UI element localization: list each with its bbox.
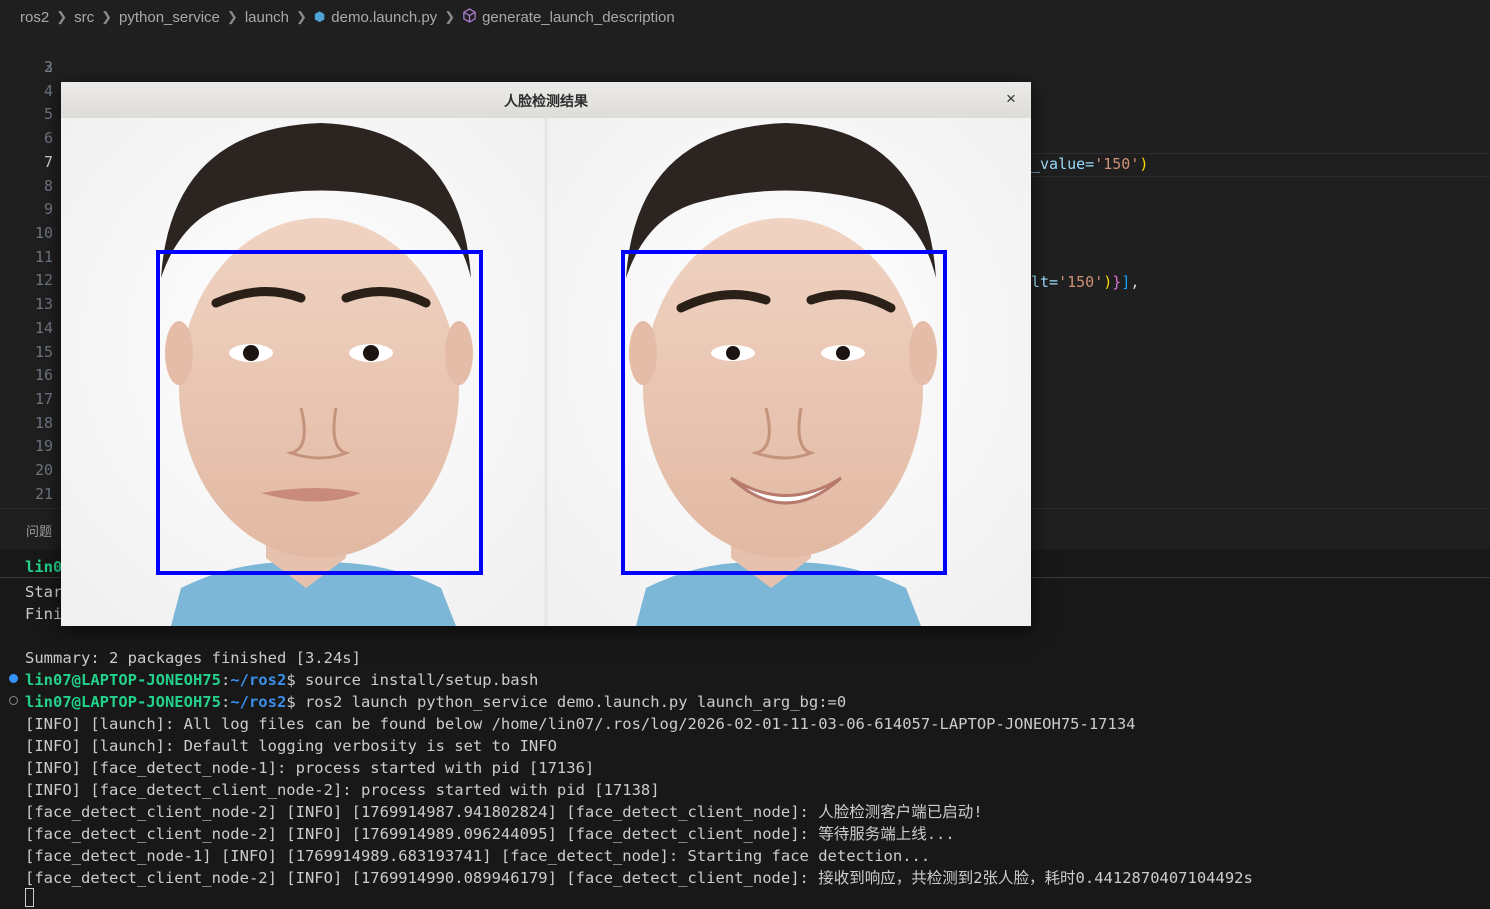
line-number: 7 [43, 153, 53, 171]
line-number: 9 [43, 200, 53, 218]
terminal-log-line: [face_detect_node-1] [INFO] [1769914989.… [25, 847, 931, 865]
line-number: 19 [34, 437, 53, 455]
code-line: 2 import launch_ros [0, 31, 240, 100]
window-title: 人脸检测结果 [504, 93, 588, 109]
command-running-dot-icon[interactable] [9, 696, 18, 705]
terminal-log-line: [INFO] [face_detect_client_node-2]: proc… [25, 781, 660, 799]
command-success-dot-icon[interactable] [9, 674, 18, 683]
terminal-command-line: lin07@LAPTOP-JONEOH75:~/ros2$ source ins… [25, 671, 539, 689]
line-number: 18 [34, 414, 53, 432]
chevron-right-icon: ❯ [444, 9, 456, 24]
breadcrumb: ros2 ❯ src ❯ python_service ❯ launch ❯ ⬢… [0, 0, 1490, 34]
line-number: 20 [34, 461, 53, 479]
terminal-partial-line: lin0 [25, 558, 63, 576]
chevron-right-icon: ❯ [56, 9, 68, 24]
python-file-icon: ⬢ [313, 9, 326, 24]
line-number: 4 [43, 82, 53, 100]
chevron-right-icon: ❯ [101, 9, 112, 24]
terminal-partial-line: Star [25, 583, 63, 601]
breadcrumb-file[interactable]: demo.launch.py [331, 9, 437, 26]
line-number: 3 [43, 58, 53, 76]
terminal-summary: Summary: 2 packages finished [3.24s] [25, 649, 361, 667]
breadcrumb-python-service[interactable]: python_service [119, 9, 220, 26]
breadcrumb-launch[interactable]: launch [245, 9, 289, 26]
line-number: 16 [34, 366, 53, 384]
line-number: 21 [34, 485, 53, 503]
line-number: 10 [34, 224, 53, 242]
terminal-log-line: [INFO] [face_detect_node-1]: process sta… [25, 759, 595, 777]
line-number: 17 [34, 390, 53, 408]
terminal-log-line: [face_detect_client_node-2] [INFO] [1769… [25, 803, 983, 821]
chevron-right-icon: ❯ [296, 9, 307, 24]
line-number: 11 [34, 248, 53, 266]
breadcrumb-ros2[interactable]: ros2 [20, 9, 49, 26]
code-fragment-line12: lt='150')}], [1031, 273, 1140, 291]
window-titlebar[interactable]: 人脸检测结果 × [61, 82, 1031, 119]
line-number: 15 [34, 343, 53, 361]
line-number: 12 [34, 271, 53, 289]
method-cube-icon [462, 8, 477, 26]
line-number: 14 [34, 319, 53, 337]
terminal-log-line: [INFO] [launch]: All log files can be fo… [25, 715, 1136, 733]
terminal-log-line: [face_detect_client_node-2] [INFO] [1769… [25, 825, 955, 843]
line-number: 13 [34, 295, 53, 313]
tab-problems[interactable]: 问题 [26, 521, 52, 540]
face-detection-window[interactable]: 人脸检测结果 × [61, 82, 1031, 626]
code-fragment-line7: _value='150') [1031, 155, 1149, 173]
chevron-right-icon: ❯ [226, 9, 238, 24]
terminal-command-line: lin07@LAPTOP-JONEOH75:~/ros2$ ros2 launc… [25, 693, 847, 711]
breadcrumb-function[interactable]: generate_launch_description [482, 9, 675, 26]
line-number: 8 [43, 177, 53, 195]
detection-result-image [61, 118, 1031, 626]
close-icon[interactable]: × [1001, 89, 1021, 109]
terminal-partial-line: Fini [25, 605, 63, 623]
terminal-log-line: [INFO] [launch]: Default logging verbosi… [25, 737, 557, 755]
terminal-log-line: [face_detect_client_node-2] [INFO] [1769… [25, 869, 1253, 887]
terminal-cursor [25, 888, 34, 907]
line-number: 5 [43, 105, 53, 123]
line-number: 6 [43, 129, 53, 147]
breadcrumb-src[interactable]: src [74, 9, 94, 26]
